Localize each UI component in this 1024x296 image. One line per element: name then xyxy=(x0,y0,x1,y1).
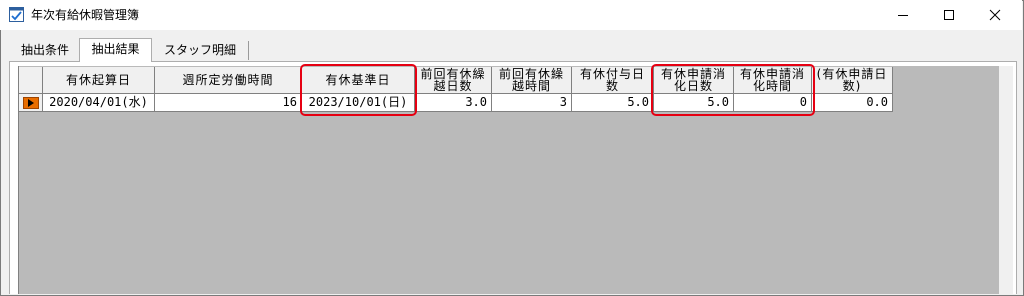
grid-corner-header xyxy=(19,67,43,94)
minimize-button[interactable] xyxy=(880,0,926,30)
cell-prev-carryover-hours[interactable]: 3 xyxy=(492,94,572,112)
tab-extraction-conditions[interactable]: 抽出条件 xyxy=(14,40,76,60)
title-bar: 年次有給休暇管理簿 xyxy=(0,0,1022,30)
highlight-base-date xyxy=(300,64,417,116)
play-arrow-icon xyxy=(27,98,34,107)
cell-requested-days[interactable]: 0.0 xyxy=(812,94,893,112)
tab-extraction-results[interactable]: 抽出結果 xyxy=(79,38,152,62)
cell-granted-days[interactable]: 5.0 xyxy=(572,94,654,112)
column-header-prev-carryover-hours[interactable]: 前回有休繰越時間 xyxy=(492,67,572,94)
column-header-leave-start-date[interactable]: 有休起算日 xyxy=(43,67,155,94)
grid-side-strip xyxy=(999,66,1013,294)
minimize-icon xyxy=(898,15,908,16)
current-row-indicator xyxy=(22,96,39,109)
column-header-requested-days[interactable]: (有休申請日数) xyxy=(812,67,893,94)
window-title: 年次有給休暇管理簿 xyxy=(31,8,140,22)
close-icon xyxy=(989,9,1001,21)
highlight-used-leave xyxy=(651,64,815,116)
column-header-granted-days[interactable]: 有休付与日数 xyxy=(572,67,654,94)
maximize-button[interactable] xyxy=(926,0,972,30)
cell-prev-carryover-days[interactable]: 3.0 xyxy=(415,94,492,112)
tab-staff-details[interactable]: スタッフ明細 xyxy=(155,40,245,60)
cell-leave-start-date[interactable]: 2020/04/01(水) xyxy=(43,94,155,112)
maximize-icon xyxy=(944,10,954,20)
close-button[interactable] xyxy=(972,0,1018,30)
column-header-weekly-work-hours[interactable]: 週所定労働時間 xyxy=(155,67,302,94)
row-header[interactable] xyxy=(19,94,43,112)
app-icon xyxy=(9,7,24,22)
tab-divider xyxy=(248,41,249,60)
column-header-prev-carryover-days[interactable]: 前回有休繰越日数 xyxy=(415,67,492,94)
tab-strip: 抽出条件 抽出結果 スタッフ明細 xyxy=(0,38,1022,62)
cell-weekly-work-hours[interactable]: 16 xyxy=(155,94,302,112)
